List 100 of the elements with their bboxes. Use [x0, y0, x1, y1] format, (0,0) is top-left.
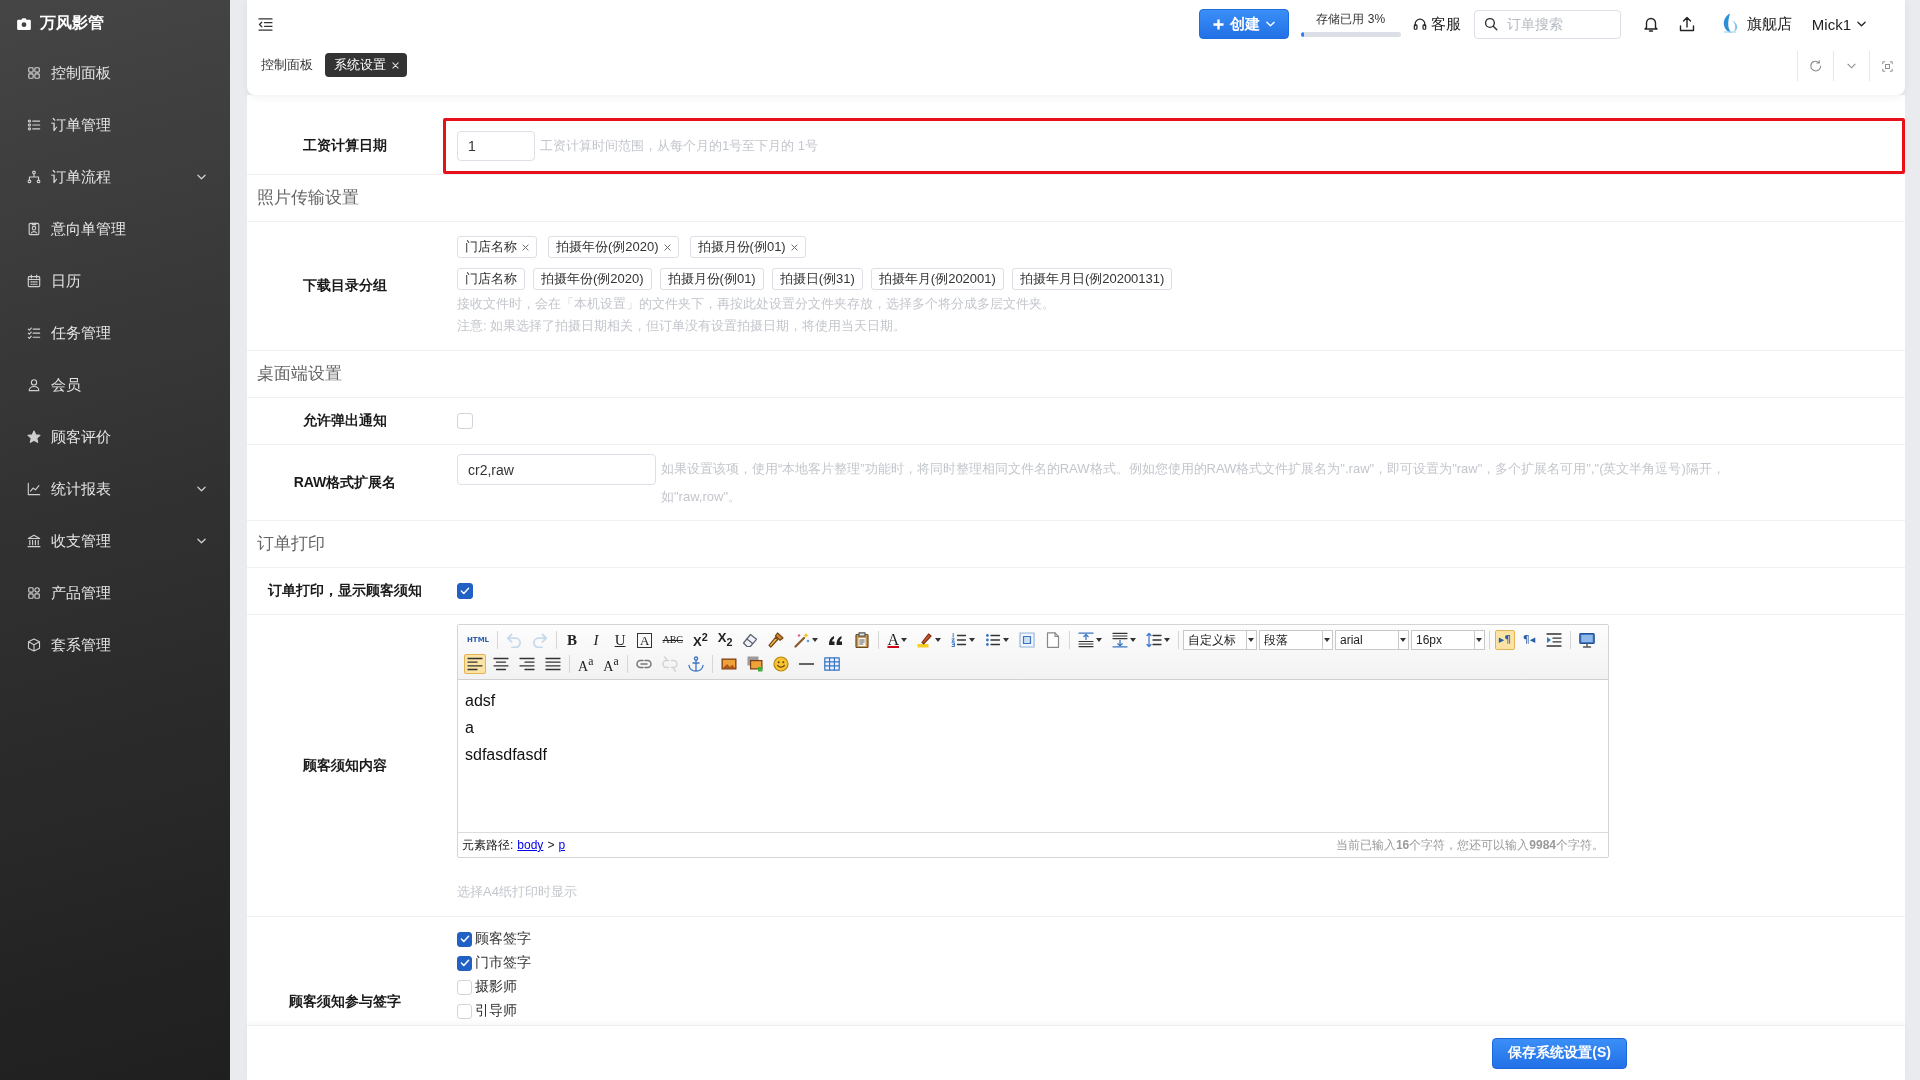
- sidebar-item[interactable]: 日历: [0, 255, 230, 307]
- sidebar-item[interactable]: 订单管理: [0, 99, 230, 151]
- user-menu-button[interactable]: Mick1: [1811, 15, 1866, 33]
- eraser-icon: [742, 632, 759, 648]
- refresh-icon[interactable]: [1809, 60, 1822, 72]
- option-tag[interactable]: 拍摄年月日(例20200131): [1011, 268, 1173, 290]
- sidebar-item[interactable]: 订单流程: [0, 151, 230, 203]
- element-path-link[interactable]: body: [517, 838, 544, 852]
- caret-icon: [1248, 638, 1255, 642]
- spacing-above-button[interactable]: [1075, 630, 1105, 650]
- chevron-down-icon: [1265, 21, 1275, 27]
- uppercase-button[interactable]: A$^{a}$: [575, 654, 597, 674]
- search-field[interactable]: 订单搜索: [1473, 9, 1621, 39]
- field-label: RAW格式扩展名: [293, 473, 397, 492]
- checkbox[interactable]: [457, 583, 473, 599]
- section-title: 桌面端设置: [257, 364, 342, 383]
- highlighter-icon: [917, 632, 933, 648]
- editor-text-line: sdfasdfasdf: [465, 745, 548, 765]
- magic-wand-icon: [794, 632, 811, 648]
- editor-body[interactable]: adsf a sdfasdfasdf: [458, 680, 1608, 832]
- strikethrough-button[interactable]: ABC: [659, 630, 686, 650]
- chevron-down-icon: [1857, 21, 1866, 27]
- tab[interactable]: 系统设置: [325, 53, 407, 77]
- bank-icon: [27, 534, 41, 548]
- bell-icon[interactable]: [1642, 16, 1659, 32]
- italic-button[interactable]: I: [586, 630, 607, 650]
- select-all-button[interactable]: [1016, 630, 1038, 650]
- close-icon[interactable]: [522, 243, 529, 251]
- align-left-button[interactable]: [464, 654, 486, 674]
- field-label: 工资计算日期: [303, 137, 387, 155]
- close-icon[interactable]: [790, 243, 798, 251]
- element-path-link[interactable]: p: [558, 838, 566, 852]
- checkbox-label: 摄影师: [475, 978, 517, 996]
- numbered-list-button[interactable]: [948, 630, 978, 650]
- option-tag[interactable]: 拍摄月份(例01): [659, 268, 764, 290]
- monitor-button[interactable]: [1576, 630, 1598, 650]
- option-tag[interactable]: 门店名称: [457, 268, 525, 290]
- blank-page-icon: [1045, 632, 1061, 648]
- sidebar-item[interactable]: 产品管理: [0, 567, 230, 619]
- caret-icon: [935, 638, 941, 642]
- close-icon[interactable]: [663, 243, 671, 251]
- checkbox-label: 顾客签字: [475, 930, 531, 948]
- caret-icon: [1096, 638, 1102, 642]
- create-button[interactable]: 创建: [1198, 9, 1289, 39]
- sidebar-item[interactable]: 套系管理: [0, 619, 230, 671]
- field-label: 订单打印，显示顾客须知: [268, 582, 422, 600]
- tab[interactable]: 控制面板: [257, 53, 317, 77]
- caret-icon: [1164, 638, 1170, 642]
- caret-icon: [1130, 638, 1136, 642]
- chevron-down-icon[interactable]: [1847, 63, 1856, 69]
- align-center-icon: [493, 656, 509, 672]
- selected-tag[interactable]: 拍摄月份(例01): [689, 236, 806, 258]
- hint-text: 注意: 如果选择了拍摄日期相关，但订单没有设置拍摄日期，将使用当天日期。: [457, 317, 908, 335]
- bold-button[interactable]: B: [562, 630, 583, 650]
- character-count: 当前已输入16个字符，您还可以输入9984个字符。: [1335, 836, 1604, 854]
- sidebar-item[interactable]: 任务管理: [0, 307, 230, 359]
- option-tag[interactable]: 拍摄年份(例2020): [533, 268, 652, 290]
- hint-text: 工资计算时间范围，从每个月的1号至下月的 1号: [540, 137, 819, 155]
- option-tag[interactable]: 拍摄年月(例202001): [870, 268, 1004, 290]
- sidebar-item[interactable]: 会员: [0, 359, 230, 411]
- number-input[interactable]: 1: [457, 131, 535, 161]
- line-height-button[interactable]: [1143, 630, 1173, 650]
- checkbox[interactable]: [457, 931, 472, 947]
- search-icon: [1483, 17, 1498, 31]
- left-to-right-button[interactable]: ▸¶: [1495, 630, 1515, 650]
- align-right-icon: [519, 656, 535, 672]
- support-link[interactable]: 客服: [1412, 14, 1461, 34]
- font-color-button[interactable]: A: [884, 630, 910, 650]
- spacing-below-button[interactable]: [1109, 630, 1139, 650]
- font-size-dropdown[interactable]: 16px: [1411, 630, 1485, 650]
- paragraph-dropdown[interactable]: 段落: [1259, 630, 1333, 650]
- caret-icon: [1400, 638, 1407, 642]
- lowercase-button[interactable]: A$^{a}$: [600, 654, 622, 674]
- save-button[interactable]: 保存系统设置(S): [1492, 1037, 1627, 1069]
- sidebar-item[interactable]: 统计报表: [0, 463, 230, 515]
- fullscreen-icon[interactable]: [1882, 60, 1893, 72]
- underline-button[interactable]: U: [610, 630, 631, 650]
- selected-tag[interactable]: 拍摄年份(例2020): [548, 236, 679, 258]
- option-tag[interactable]: 拍摄日(例31): [771, 268, 863, 290]
- cube-icon: [27, 638, 41, 652]
- editor-text-line: adsf: [465, 691, 497, 711]
- menu-toggle-icon[interactable]: [258, 17, 273, 31]
- upload-icon[interactable]: [1678, 16, 1695, 32]
- sidebar-item[interactable]: 顾客评价: [0, 411, 230, 463]
- selected-tag[interactable]: 门店名称: [457, 236, 537, 258]
- sidebar-item[interactable]: 意向单管理: [0, 203, 230, 255]
- text-input[interactable]: cr2,raw: [457, 454, 656, 485]
- apps-icon: [27, 586, 41, 600]
- font-family-dropdown[interactable]: arial: [1335, 630, 1409, 650]
- right-to-left-button[interactable]: ¶◂: [1519, 630, 1539, 650]
- subscript-button[interactable]: X$_{2}$: [714, 630, 736, 650]
- caret-icon: [969, 638, 975, 642]
- chevron-down-icon: [197, 538, 206, 544]
- star-icon: [27, 430, 41, 444]
- grid-icon: [27, 66, 41, 80]
- heading-dropdown[interactable]: 自定义标: [1183, 630, 1257, 650]
- checkbox[interactable]: [457, 955, 472, 971]
- superscript-button[interactable]: X$^{2}$: [690, 630, 711, 650]
- sidebar-item[interactable]: 控制面板: [0, 47, 230, 99]
- sidebar-item[interactable]: 收支管理: [0, 515, 230, 567]
